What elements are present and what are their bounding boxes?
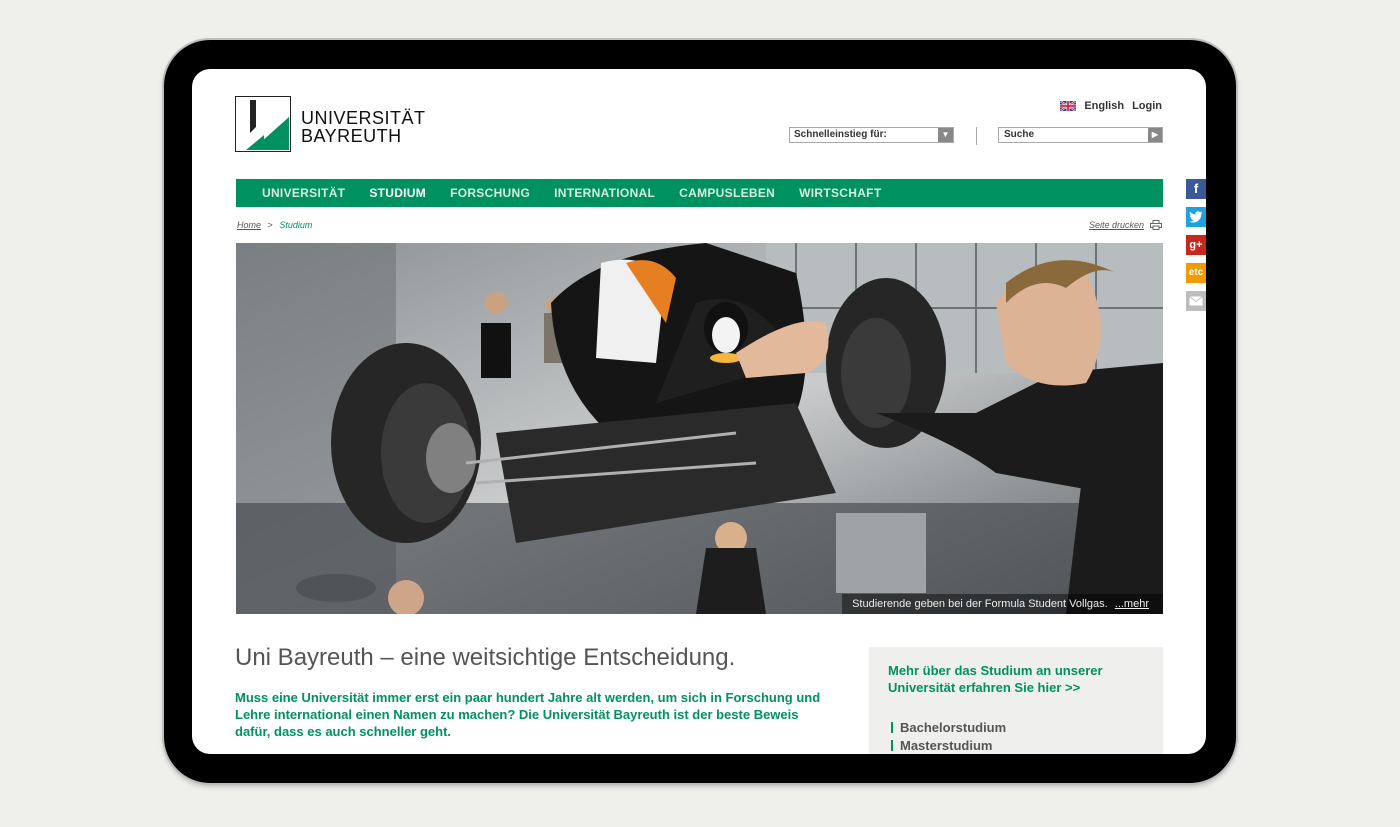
nav-item-campusleben[interactable]: CAMPUSLEBEN bbox=[679, 186, 775, 200]
breadcrumb: Home > Studium bbox=[237, 220, 312, 230]
hero-more-link[interactable]: ...mehr bbox=[1115, 598, 1149, 610]
university-logo[interactable]: UNIVERSITÄT BAYREUTH bbox=[235, 96, 425, 156]
nav-item-international[interactable]: INTERNATIONAL bbox=[554, 186, 655, 200]
nav-item-universitaet[interactable]: UNIVERSITÄT bbox=[262, 186, 345, 200]
link-bachelorstudium[interactable]: Bachelorstudium bbox=[891, 719, 1006, 737]
link-masterstudium[interactable]: Masterstudium bbox=[891, 737, 1006, 754]
english-link[interactable]: English bbox=[1084, 100, 1124, 112]
etc-icon[interactable]: etc bbox=[1186, 263, 1206, 283]
nav-item-wirtschaft[interactable]: WIRTSCHAFT bbox=[799, 186, 881, 200]
main-navigation: UNIVERSITÄT STUDIUM FORSCHUNG INTERNATIO… bbox=[236, 179, 1163, 207]
breadcrumb-current[interactable]: Studium bbox=[279, 220, 312, 230]
page-headline: Uni Bayreuth – eine weitsichtige Entsche… bbox=[235, 644, 736, 671]
search-placeholder: Suche bbox=[1004, 129, 1035, 140]
chevron-down-icon[interactable]: ▼ bbox=[938, 128, 953, 142]
print-page-link[interactable]: Seite drucken bbox=[1089, 220, 1162, 230]
browser-screen: UNIVERSITÄT BAYREUTH English Login Schne… bbox=[192, 69, 1206, 754]
login-link[interactable]: Login bbox=[1132, 100, 1162, 112]
logo-mark bbox=[235, 96, 291, 152]
study-info-heading[interactable]: Mehr über das Studium an unserer Univers… bbox=[888, 662, 1148, 696]
twitter-icon[interactable] bbox=[1186, 207, 1206, 227]
header-divider bbox=[976, 127, 977, 145]
study-links: Bachelorstudium Masterstudium bbox=[891, 719, 1006, 754]
quick-access-select[interactable]: Schnelleinstieg für: ▼ bbox=[789, 127, 954, 143]
google-plus-icon[interactable]: g+ bbox=[1186, 235, 1206, 255]
intro-paragraph: Muss eine Universität immer erst ein paa… bbox=[235, 690, 821, 739]
logo-line-1: UNIVERSITÄT bbox=[301, 108, 426, 128]
search-submit-icon[interactable]: ▶ bbox=[1148, 128, 1162, 142]
mail-icon[interactable] bbox=[1186, 291, 1206, 311]
hero-image: Studierende geben bei der Formula Studen… bbox=[236, 243, 1163, 614]
breadcrumb-home[interactable]: Home bbox=[237, 220, 261, 230]
print-label: Seite drucken bbox=[1088, 220, 1144, 230]
hero-caption: Studierende geben bei der Formula Studen… bbox=[842, 594, 1163, 614]
nav-item-studium[interactable]: STUDIUM bbox=[369, 186, 426, 200]
facebook-icon[interactable]: f bbox=[1186, 179, 1206, 199]
hero-caption-text: Studierende geben bei der Formula Studen… bbox=[852, 598, 1108, 610]
uk-flag-icon bbox=[1060, 101, 1077, 111]
logo-line-2: BAYREUTH bbox=[301, 126, 402, 146]
study-info-box: Mehr über das Studium an unserer Univers… bbox=[869, 647, 1163, 754]
breadcrumb-separator: > bbox=[267, 220, 273, 230]
top-links: English Login bbox=[1060, 100, 1162, 112]
nav-item-forschung[interactable]: FORSCHUNG bbox=[450, 186, 530, 200]
search-input[interactable]: Suche ▶ bbox=[998, 127, 1163, 143]
quick-access-label: Schnelleinstieg für: bbox=[794, 129, 887, 140]
hero-photo bbox=[236, 243, 1163, 614]
printer-icon bbox=[1150, 220, 1162, 230]
logo-wordmark: UNIVERSITÄT BAYREUTH bbox=[301, 109, 426, 145]
